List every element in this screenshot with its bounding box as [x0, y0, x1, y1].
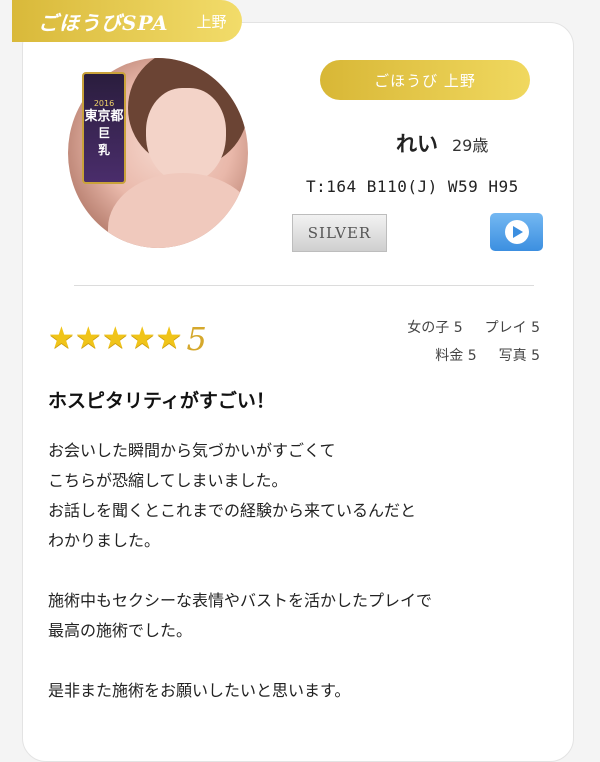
brand-logo: ごほうびSPA [38, 10, 169, 35]
review-line: 施術中もセクシーな表情やバストを活かしたプレイで [48, 591, 433, 610]
review-line: 是非また施術をお願いしたいと思います。 [48, 681, 351, 700]
brand-tab[interactable]: ごほうびSPA 上野 [12, 0, 242, 42]
score-play: プレイ 5 [484, 320, 540, 336]
badge-line1: 巨 [97, 126, 110, 141]
badge-year: 2016 [93, 98, 115, 108]
therapist-age: 29歳 [452, 136, 489, 155]
award-badge: 2016 東京都 巨 乳 [82, 72, 126, 184]
therapist-name: れい [396, 132, 438, 156]
star-icon: ★ [74, 321, 102, 356]
review-line: お会いした瞬間から気づかいがすごくて [48, 441, 336, 460]
review-line: 最高の施術でした。 [48, 621, 193, 640]
star-icon: ★ [128, 321, 156, 356]
badge-region: 東京都 [84, 108, 124, 124]
review-line: わかりました。 [48, 531, 161, 550]
star-icon: ★ [155, 321, 183, 356]
review-title: ホスピタリティがすごい！ [48, 390, 275, 412]
score-price: 料金 5 [435, 348, 477, 364]
video-button[interactable] [490, 213, 543, 251]
score-photo: 写真 5 [498, 348, 540, 364]
name-row: れい 29歳 [396, 128, 488, 158]
review-line: お話しを聞くとこれまでの経験から来ているんだと [48, 501, 417, 520]
review-line: こちらが恐縮してしまいました。 [48, 471, 288, 490]
review-body: お会いした瞬間から気づかいがすごくて こちらが恐縮してしまいました。 お話しを聞… [48, 436, 548, 706]
divider [74, 285, 534, 286]
body-stats: T:164 B110(J) W59 H95 [306, 177, 519, 196]
overall-score: 5 [186, 320, 207, 358]
star-icon: ★ [101, 321, 129, 356]
star-icon: ★ [48, 321, 75, 356]
rank-badge: SILVER [292, 214, 387, 252]
shop-button[interactable]: ごほうび 上野 [320, 60, 530, 100]
badge-line2: 乳 [97, 142, 110, 157]
brand-area-label: 上野 [196, 12, 227, 31]
score-girl: 女の子 5 [407, 320, 463, 336]
star-rating: ★ ★ ★ ★ ★ 5 [48, 320, 207, 358]
play-icon [504, 220, 529, 244]
category-scores: 女の子 5 プレイ 5 料金 5 写真 5 [407, 317, 540, 373]
